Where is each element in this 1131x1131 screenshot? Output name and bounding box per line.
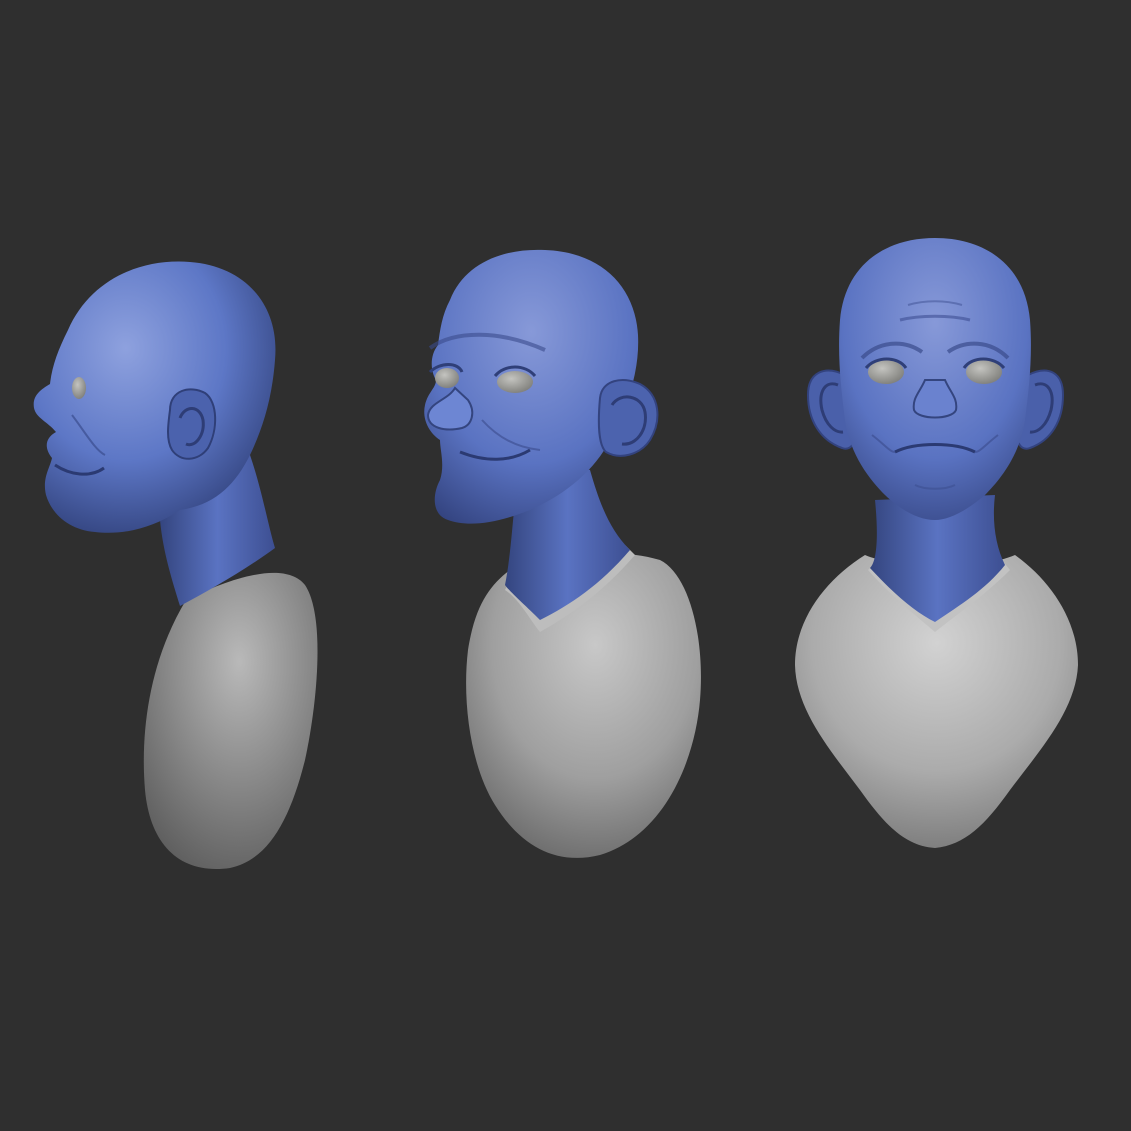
viewport: [0, 0, 1131, 1131]
ear-side: [167, 388, 217, 460]
sculpt-render: [33, 238, 1078, 870]
eye-side: [72, 377, 86, 399]
eye-left-three-quarter: [435, 368, 459, 388]
bust-three-quarter-view: [424, 249, 701, 858]
bust-front-view: [795, 238, 1078, 848]
bust-side-view: [33, 261, 318, 870]
shirt-side: [143, 572, 318, 870]
eye-right-three-quarter: [497, 371, 533, 393]
